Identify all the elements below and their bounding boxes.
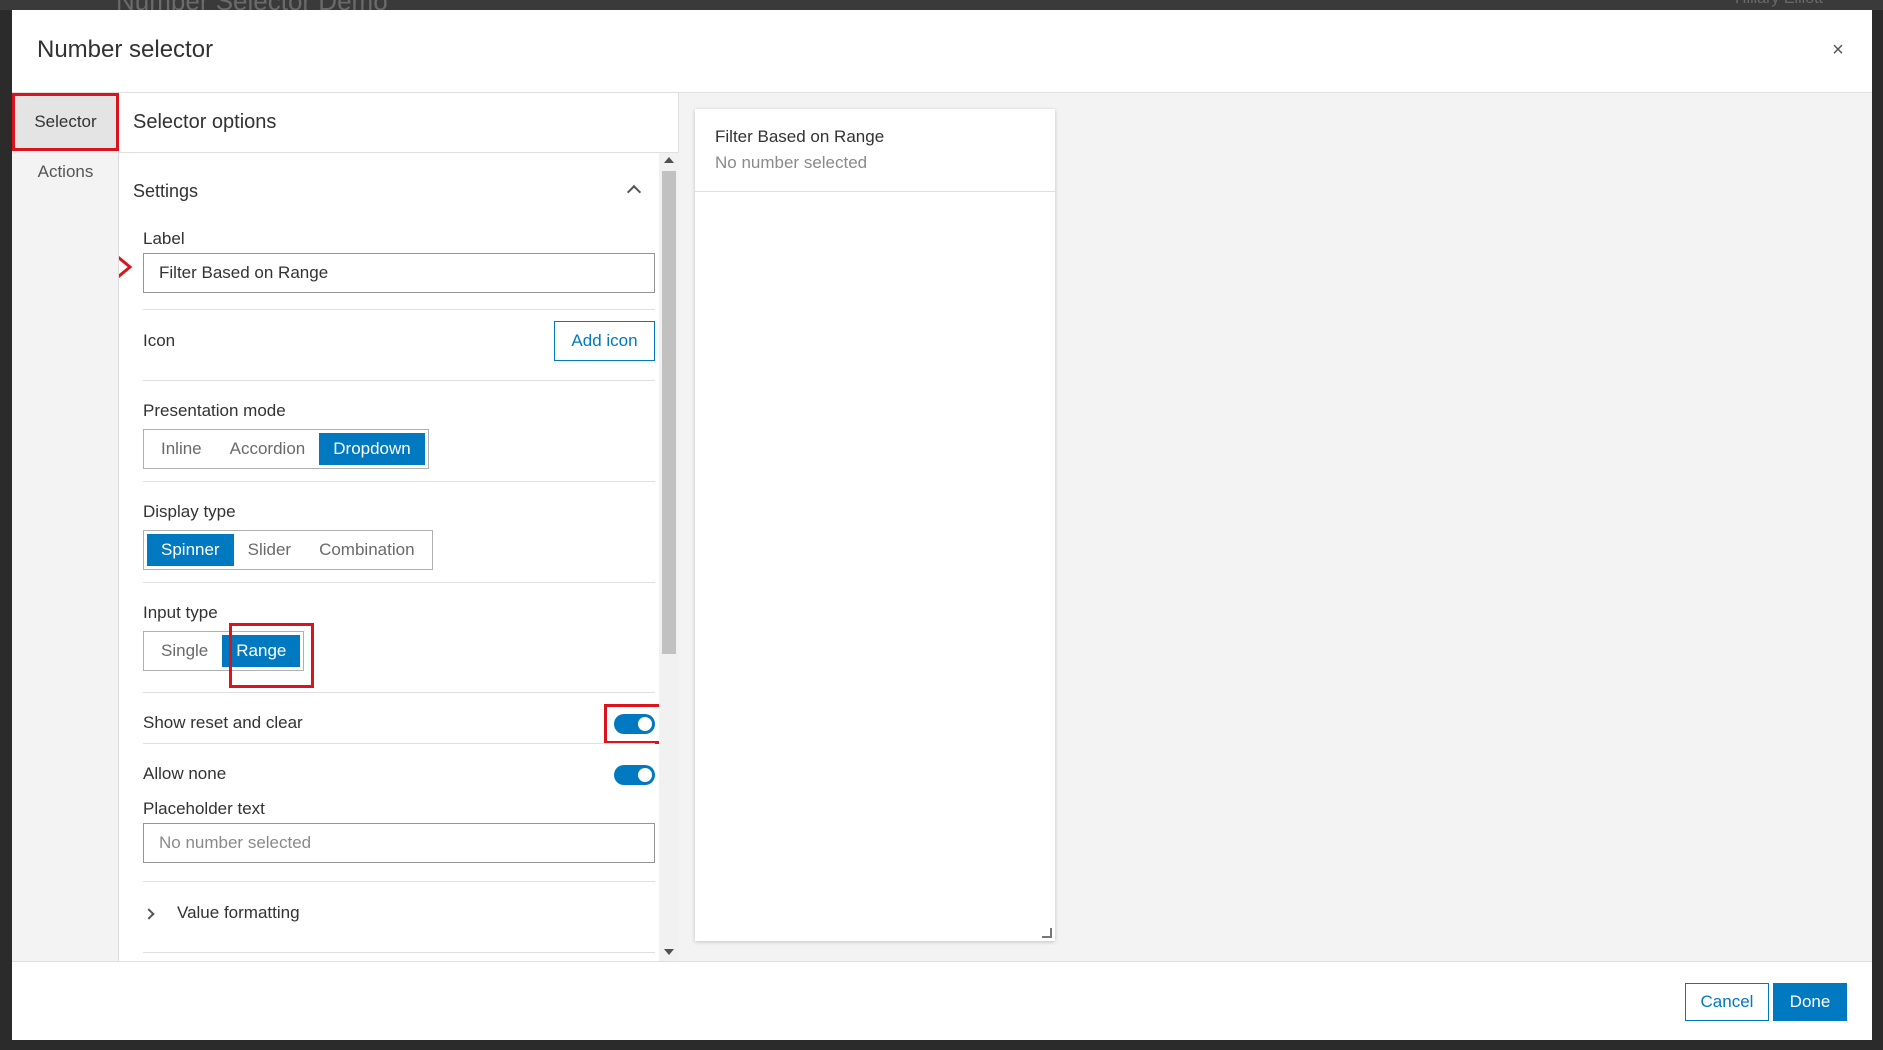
presentation-mode-accordion[interactable]: Accordion <box>216 433 320 465</box>
collapse-chevron-up-icon[interactable] <box>626 184 642 200</box>
preview-subtitle: No number selected <box>715 153 868 172</box>
nav-item-label: Selector <box>34 112 97 131</box>
number-selector-dialog: Number selector × Selector Actions Selec… <box>12 10 1872 1040</box>
background-user-name: Hillary Elliott <box>1735 0 1823 8</box>
display-type-combination[interactable]: Combination <box>305 534 428 566</box>
dialog-header: Number selector × <box>12 10 1872 93</box>
toggle-knob <box>638 768 652 782</box>
divider <box>143 309 655 310</box>
allow-none-label: Allow none <box>143 764 227 783</box>
divider <box>143 380 655 381</box>
nav-item-label: Actions <box>37 162 94 181</box>
close-icon[interactable]: × <box>1826 38 1850 62</box>
settings-section-title: Settings <box>133 181 199 201</box>
background-bottom-strip <box>0 1040 1883 1050</box>
arrow-annotation-icon <box>119 255 133 279</box>
presentation-mode-dropdown[interactable]: Dropdown <box>319 433 425 465</box>
divider <box>143 692 655 693</box>
divider <box>143 481 655 482</box>
icon-field-label: Icon <box>143 331 176 350</box>
input-type-segmented-control: Single Range <box>143 631 305 671</box>
label-field-label: Label <box>143 229 185 248</box>
options-title: Selector options <box>133 111 277 133</box>
show-reset-clear-label: Show reset and clear <box>143 713 303 732</box>
show-reset-clear-toggle[interactable] <box>614 714 655 734</box>
options-scroll-area[interactable]: Settings Label Filter Based on Range Ico… <box>119 153 665 961</box>
display-type-label: Display type <box>143 502 236 521</box>
dialog-side-nav: Selector Actions <box>12 93 119 961</box>
preview-title: Filter Based on Range <box>715 127 885 146</box>
divider <box>143 743 655 744</box>
expand-chevron-right-icon[interactable] <box>143 908 155 920</box>
placeholder-text-label: Placeholder text <box>143 799 265 818</box>
dialog-title: Number selector <box>37 36 214 63</box>
options-scrollbar[interactable] <box>659 153 679 961</box>
background-page-title: Number Selector Demo <box>116 0 388 10</box>
allow-none-toggle[interactable] <box>614 765 655 785</box>
scroll-up-arrow-icon[interactable] <box>664 157 674 163</box>
display-type-spinner[interactable]: Spinner <box>147 534 234 566</box>
divider <box>143 881 655 882</box>
divider <box>143 952 655 953</box>
presentation-mode-inline[interactable]: Inline <box>147 433 216 465</box>
input-type-label: Input type <box>143 603 218 622</box>
scrollbar-thumb[interactable] <box>662 171 676 654</box>
dialog-footer: Cancel Done <box>12 961 1872 1040</box>
input-type-single[interactable]: Single <box>147 635 222 667</box>
presentation-mode-segmented-control: Inline Accordion Dropdown <box>143 429 429 469</box>
preview-card-header[interactable]: Filter Based on Range No number selected <box>695 109 1055 192</box>
display-type-slider[interactable]: Slider <box>234 534 305 566</box>
divider <box>143 582 655 583</box>
scroll-down-arrow-icon[interactable] <box>664 949 674 955</box>
preview-area: Filter Based on Range No number selected <box>679 93 1872 961</box>
input-type-range[interactable]: Range <box>222 635 301 667</box>
resize-handle-icon[interactable] <box>1042 928 1052 938</box>
selector-options-panel: Selector options Settings Label Filter B… <box>119 93 679 961</box>
options-header: Selector options <box>119 93 679 153</box>
value-formatting-section-title[interactable]: Value formatting <box>177 903 300 923</box>
label-input[interactable]: Filter Based on Range <box>143 253 655 293</box>
display-type-segmented-control: Spinner Slider Combination <box>143 530 433 570</box>
background-page-bar: Number Selector Demo Hillary Elliott <box>0 0 1883 10</box>
placeholder-text-input[interactable]: No number selected <box>143 823 655 863</box>
selector-preview-card: Filter Based on Range No number selected <box>695 109 1055 941</box>
toggle-knob <box>638 717 652 731</box>
nav-item-actions[interactable]: Actions <box>12 143 119 201</box>
done-button[interactable]: Done <box>1773 983 1847 1021</box>
presentation-mode-label: Presentation mode <box>143 401 286 420</box>
cancel-button[interactable]: Cancel <box>1685 983 1769 1021</box>
add-icon-button[interactable]: Add icon <box>554 321 655 361</box>
